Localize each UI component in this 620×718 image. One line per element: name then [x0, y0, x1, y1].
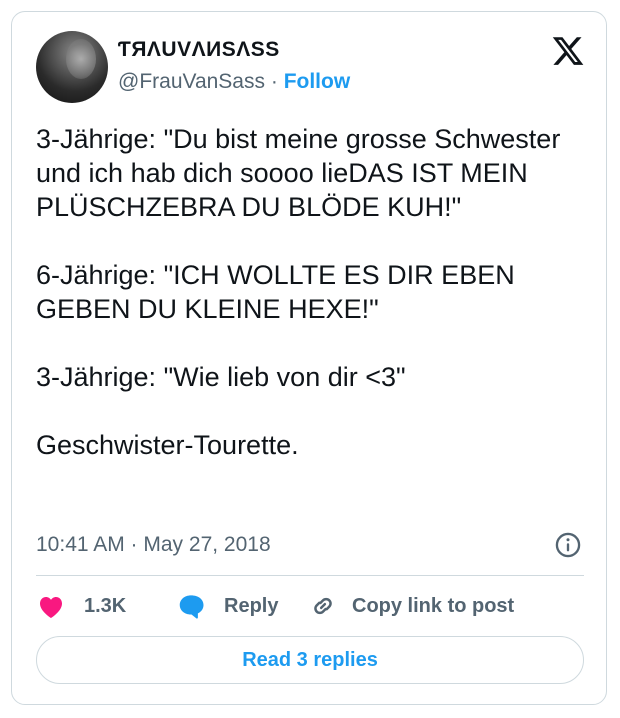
- divider: [36, 575, 584, 576]
- x-logo-icon[interactable]: [551, 34, 585, 68]
- tweet-text: 3-Jährige: "Du bist meine grosse Schwest…: [36, 124, 561, 460]
- author-handle[interactable]: @FrauVanSass: [118, 70, 265, 93]
- tweet-card: ƬЯΛUVΛИSΛSS @FrauVanSass · Follow 3-Jähr…: [11, 11, 607, 705]
- like-count: 1.3K: [84, 594, 127, 617]
- separator-dot: ·: [270, 70, 278, 93]
- copy-link-button[interactable]: Copy link to post: [308, 588, 514, 624]
- info-icon[interactable]: [554, 531, 582, 559]
- heart-icon: [40, 597, 62, 618]
- reply-button[interactable]: Reply: [176, 588, 278, 624]
- copy-link-label: Copy link to post: [352, 594, 515, 617]
- like-button[interactable]: 1.3K: [36, 588, 126, 624]
- read-replies-button[interactable]: Read 3 replies: [36, 636, 584, 684]
- avatar[interactable]: [36, 31, 108, 103]
- reply-bubble-icon: [179, 595, 204, 619]
- author-handle-row: @FrauVanSass · Follow: [118, 70, 350, 94]
- timestamp[interactable]: 10:41 AM · May 27, 2018: [36, 533, 271, 557]
- read-replies-label: Read 3 replies: [242, 648, 378, 671]
- author-display-name[interactable]: ƬЯΛUVΛИSΛSS: [118, 38, 280, 62]
- link-icon: [314, 597, 332, 615]
- reply-label: Reply: [224, 594, 279, 617]
- follow-button[interactable]: Follow: [284, 70, 351, 93]
- action-bar: 1.3K Reply Copy link to post: [36, 588, 584, 624]
